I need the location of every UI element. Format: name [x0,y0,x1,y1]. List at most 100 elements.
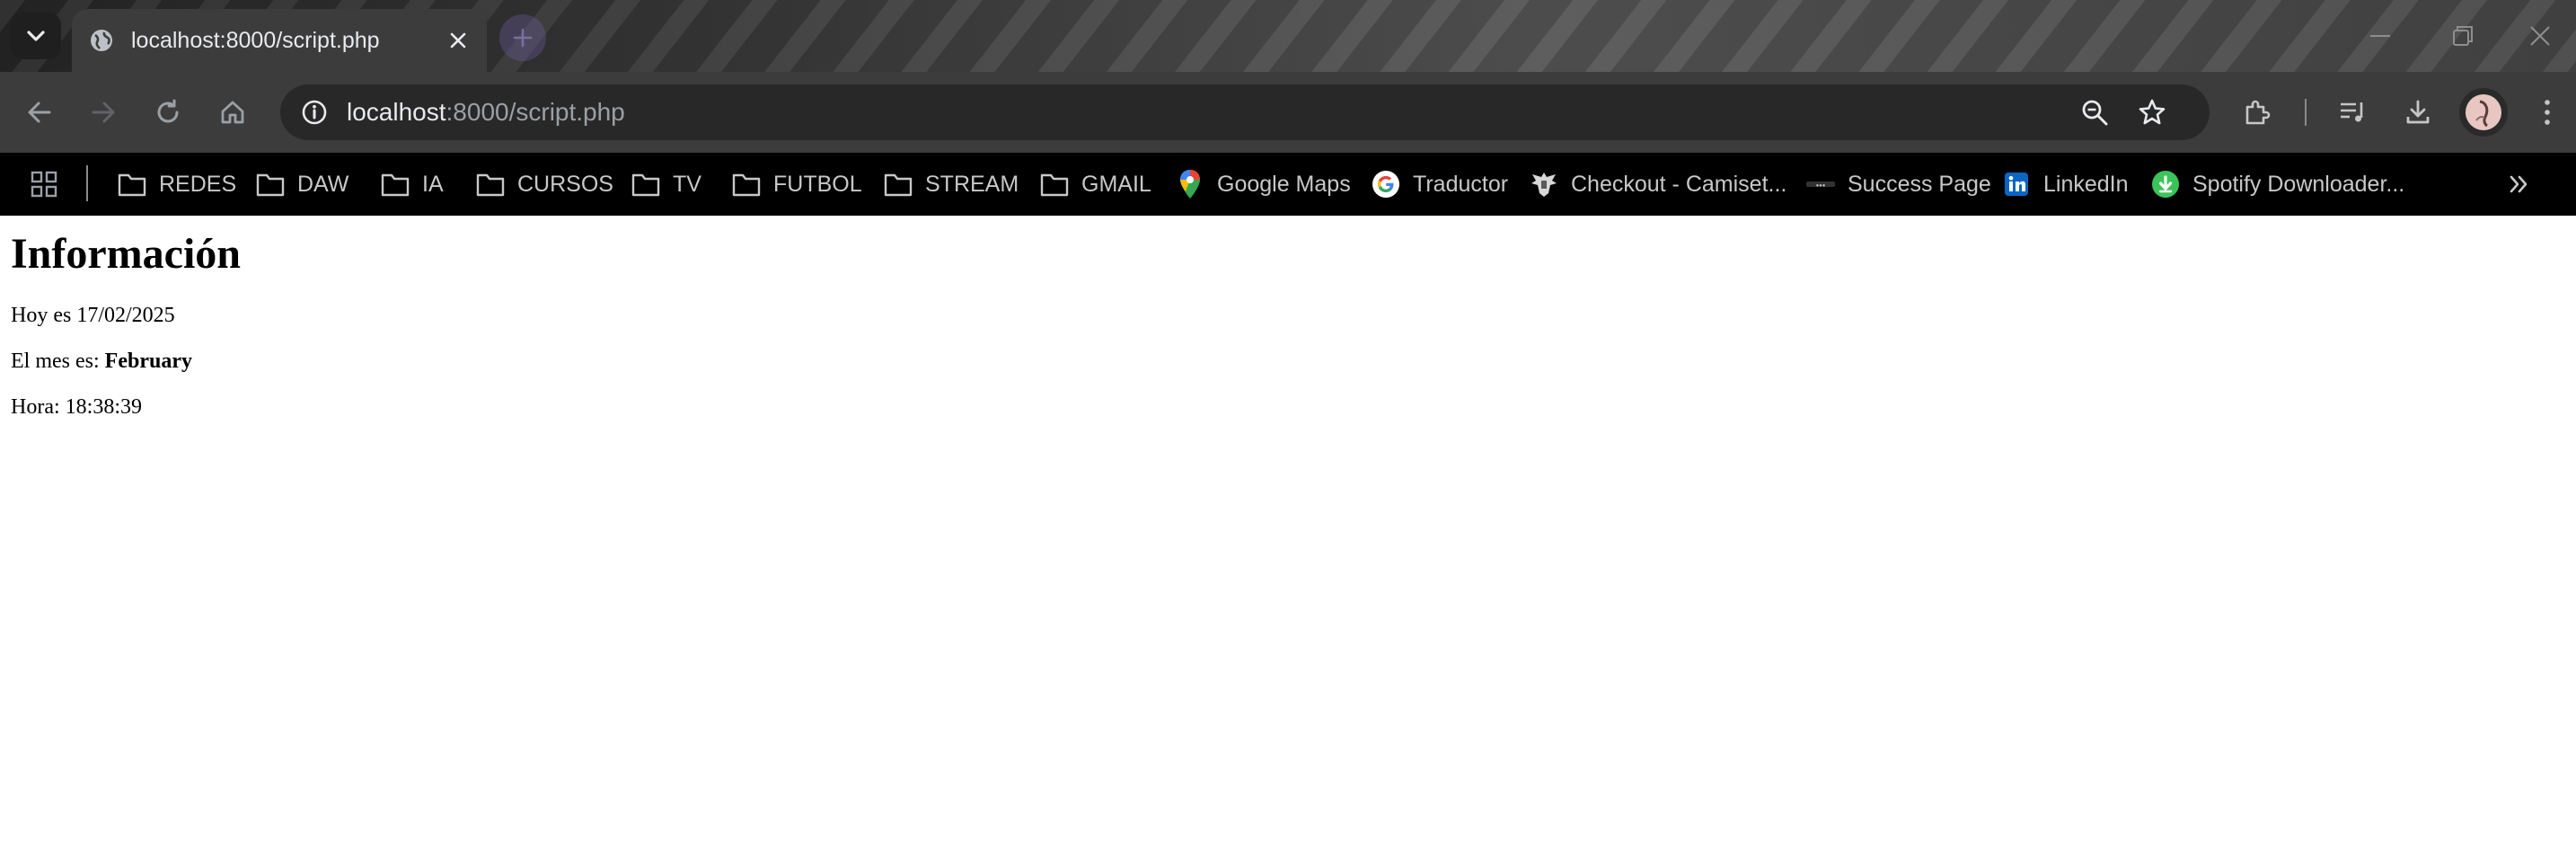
url-host: localhost [347,98,446,126]
google-icon [1371,169,1401,199]
date-label: Hoy es [11,304,77,327]
bookmark-linkedin[interactable]: LinkedIn [2001,162,2129,207]
time-line: Hora: 18:38:39 [11,395,142,420]
bookmark-folder-tv[interactable]: TV [631,162,701,207]
arrow-left-icon [28,102,51,123]
bookmark-label: TV [673,171,701,197]
bookmark-label: Success Page [1848,171,1991,197]
media-controls-button[interactable] [2332,91,2375,134]
forward-button[interactable] [82,91,125,134]
bookmark-folder-redes[interactable]: REDES [117,162,236,207]
bookmark-folder-gmail[interactable]: GMAIL [1039,162,1151,207]
active-tab[interactable]: localhost:8000/script.php [72,9,487,72]
svg-text:●●●: ●●● [1816,183,1826,189]
url-path: :8000/script.php [446,98,625,126]
bookmark-folder-daw[interactable]: DAW [255,162,348,207]
eagle-crest-icon [1529,169,1559,199]
folder-icon [117,169,147,199]
toolbar-separator [2305,99,2307,126]
address-bar[interactable]: localhost:8000/script.php [280,84,2210,140]
folder-icon [255,169,286,199]
download-icon [2406,100,2430,124]
minimize-button[interactable] [2339,0,2422,72]
bookmark-star-icon[interactable] [2132,93,2172,132]
linkedin-icon [2001,169,2032,199]
bookmark-google-maps[interactable]: Google Maps [1175,162,1351,207]
site-logo-icon: ●●● [1805,169,1836,199]
month-value: February [104,350,192,373]
bookmark-folder-futbol[interactable]: FUTBOL [731,162,862,207]
bookmark-label: Google Maps [1217,171,1351,197]
bookmark-traductor[interactable]: Traductor [1371,162,1508,207]
browser-toolbar: localhost:8000/script.php [0,72,2576,153]
page-heading: Información [11,230,241,278]
apps-grid-icon [31,171,57,198]
extensions-button[interactable] [2235,91,2278,134]
bookmark-folder-ia[interactable]: IA [380,162,444,207]
arrow-right-icon [92,102,115,123]
time-value: 18:38:39 [65,395,142,419]
minimize-icon [2370,35,2390,37]
home-icon [221,101,244,124]
reload-icon [157,99,179,123]
puzzle-icon [2245,100,2271,125]
apps-button[interactable] [31,162,57,207]
new-tab-button[interactable] [499,14,546,61]
tab-search-button[interactable] [11,13,61,59]
restore-button[interactable] [2422,0,2504,72]
chevron-double-right-icon [2510,175,2527,193]
bookmark-folder-stream[interactable]: STREAM [883,162,1019,207]
download-circle-icon [2150,169,2181,199]
date-value: 17/02/2025 [76,304,175,327]
restore-icon [2453,26,2473,46]
bookmark-folder-cursos[interactable]: CURSOS [475,162,613,207]
bookmark-label: IA [422,171,444,197]
downloads-button[interactable] [2396,91,2439,134]
bookmark-success-page[interactable]: ●●● Success Page [1805,162,1991,207]
bookmark-label: LinkedIn [2043,171,2129,197]
tab-title: localhost:8000/script.php [131,27,380,53]
bookmark-label: STREAM [925,171,1019,197]
globe-icon [88,27,115,54]
folder-icon [1039,169,1070,199]
plus-icon [513,28,533,48]
playlist-icon [2341,102,2363,122]
folder-icon [380,169,410,199]
back-button[interactable] [18,91,61,134]
zoom-icon[interactable] [2075,93,2114,132]
month-label: El mes es: [11,350,105,373]
avatar [2466,94,2501,130]
close-window-button[interactable] [2504,0,2576,72]
bookmark-checkout[interactable]: Checkout - Camiset... [1529,162,1786,207]
bookmark-label: Spotify Downloader... [2192,171,2405,197]
folder-icon [631,169,661,199]
site-info-icon[interactable] [295,93,334,132]
more-bookmarks-button[interactable] [2508,162,2540,207]
date-line: Hoy es 17/02/2025 [11,304,175,328]
bookmark-spotify-downloader[interactable]: Spotify Downloader... [2150,162,2404,207]
folder-icon [731,169,762,199]
page-content: Información Hoy es 17/02/2025 El mes es:… [11,216,2562,419]
profile-button[interactable] [2459,88,2508,137]
close-icon [450,32,466,49]
close-tab-button[interactable] [440,22,476,58]
month-line: El mes es: February [11,350,192,374]
more-vertical-icon [2545,100,2550,125]
tab-strip: localhost:8000/script.php [0,0,2576,72]
bookmark-label: Checkout - Camiset... [1571,171,1787,197]
close-icon [2530,26,2550,46]
chevron-down-icon [27,31,45,41]
home-button[interactable] [211,91,254,134]
bookmark-label: Traductor [1413,171,1509,197]
menu-button[interactable] [2526,91,2569,134]
bookmark-label: CURSOS [517,171,613,197]
bookmarks-bar: REDES DAW IA CURSOS TV FUTBOL STREAM GMA… [0,153,2576,216]
time-label: Hora: [11,395,66,419]
url-text[interactable]: localhost:8000/script.php [347,84,625,140]
google-maps-icon [1175,169,1205,199]
bookmark-label: FUTBOL [773,171,862,197]
folder-icon [883,169,913,199]
bookmarks-separator [86,165,88,201]
reload-button[interactable] [146,91,190,134]
bookmark-label: DAW [297,171,349,197]
